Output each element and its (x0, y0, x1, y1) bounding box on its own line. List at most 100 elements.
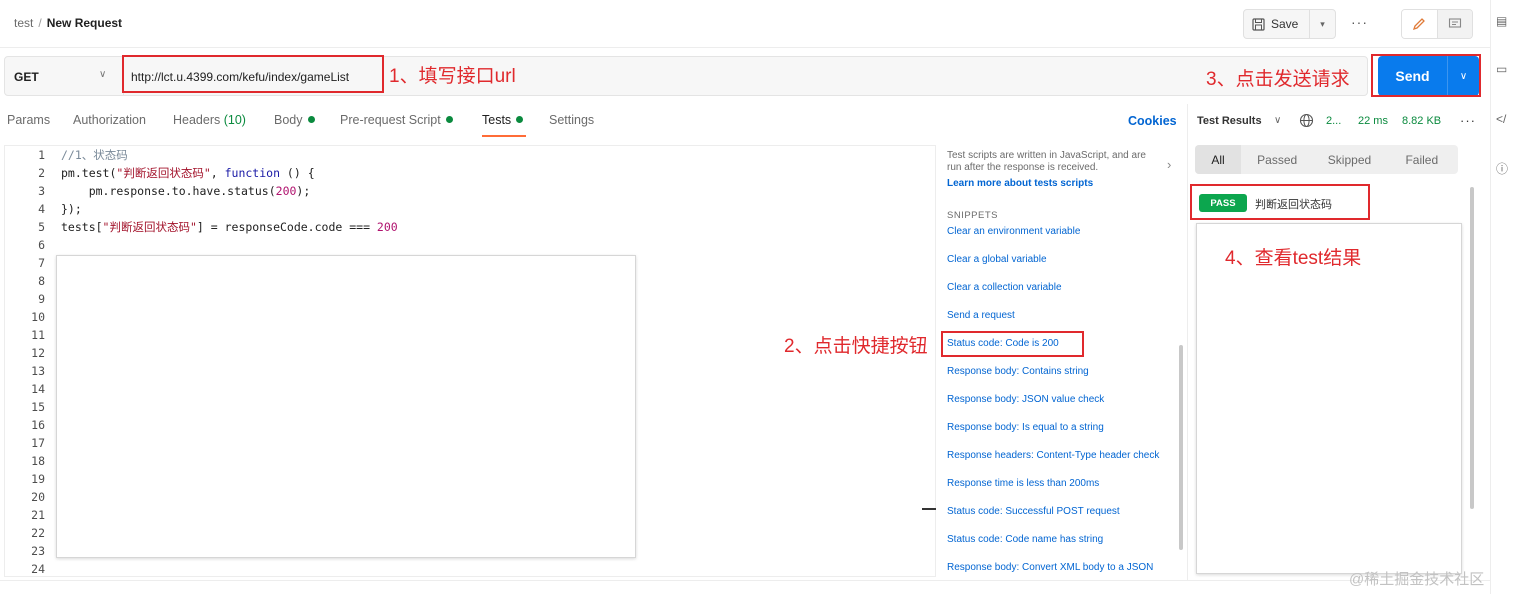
breadcrumb-separator: / (38, 16, 42, 30)
tab-body[interactable]: Body (274, 113, 315, 127)
tab-authorization[interactable]: Authorization (73, 113, 146, 127)
code-icon[interactable]: </ (1496, 112, 1506, 126)
line-number: 24 (31, 562, 45, 576)
filter-all[interactable]: All (1195, 145, 1241, 174)
line-number: 23 (31, 544, 45, 558)
tab-pre-request-script[interactable]: Pre-request Script (340, 113, 453, 127)
line-number: 14 (31, 382, 45, 396)
code-line: pm.response.to.have.status(200); (61, 182, 398, 200)
code-token: pm.response.to.have.status( (61, 184, 276, 198)
code-content[interactable]: //1、状态码 pm.test("判断返回状态码", function () {… (61, 146, 398, 236)
comment-icon[interactable] (1437, 10, 1472, 38)
active-tab-underline (482, 135, 526, 137)
annotation-note-1: 1、填写接口url (389, 66, 516, 87)
snippet-item[interactable]: Response body: Convert XML body to a JSO… (947, 562, 1153, 573)
send-options-chevron-down-icon[interactable]: ∨ (1448, 56, 1479, 96)
snippets-scrollbar[interactable] (1179, 345, 1183, 550)
line-number: 4 (38, 202, 45, 216)
line-number: 5 (38, 220, 45, 234)
line-number: 13 (31, 364, 45, 378)
tab-headers-label: Headers (173, 113, 221, 127)
results-chevron-down-icon[interactable]: ∨ (1274, 115, 1281, 126)
snippet-item[interactable]: Clear a global variable (947, 254, 1047, 265)
line-number: 11 (31, 328, 45, 342)
response-time[interactable]: 22 ms (1358, 115, 1388, 127)
code-string: "判断返回状态码" (116, 166, 211, 180)
globe-icon[interactable] (1299, 113, 1314, 128)
save-button[interactable]: Save (1244, 10, 1310, 38)
test-results-title[interactable]: Test Results (1197, 115, 1262, 127)
resize-handle[interactable] (922, 508, 936, 510)
response-more-icon[interactable]: ··· (1460, 113, 1476, 128)
learn-more-link[interactable]: Learn more about tests scripts (947, 178, 1093, 189)
send-button[interactable]: Send (1378, 56, 1448, 96)
tab-body-indicator (307, 116, 315, 123)
collapse-chevron-right-icon[interactable]: › (1167, 157, 1171, 172)
view-toggle (1401, 9, 1473, 39)
line-number: 18 (31, 454, 45, 468)
snippets-info-text: Test scripts are written in JavaScript, … (947, 150, 1146, 173)
request-tabs: Params Authorization Headers (10) Body P… (0, 104, 1186, 138)
snippet-item-status-code-200[interactable]: Status code: Code is 200 (947, 338, 1059, 349)
tab-tests[interactable]: Tests (482, 113, 524, 127)
method-chevron-down-icon[interactable]: ∨ (99, 69, 106, 80)
edit-pencil-icon[interactable] (1402, 10, 1438, 38)
breadcrumb: test / New Request (14, 16, 122, 30)
response-size[interactable]: 8.82 KB (1402, 115, 1441, 127)
filter-failed[interactable]: Failed (1386, 145, 1458, 174)
url-input[interactable]: http://lct.u.4399.com/kefu/index/gameLis… (131, 70, 349, 84)
code-line: pm.test("判断返回状态码", function () { (61, 164, 398, 182)
snippet-item[interactable]: Clear an environment variable (947, 226, 1080, 237)
tab-prerequest-label: Pre-request Script (340, 113, 441, 127)
code-token: , (210, 166, 225, 180)
comments-icon[interactable]: ▭ (1496, 62, 1507, 76)
snippet-item[interactable]: Status code: Code name has string (947, 534, 1103, 545)
filter-passed[interactable]: Passed (1241, 145, 1313, 174)
tab-settings[interactable]: Settings (549, 113, 594, 127)
save-icon (1252, 17, 1265, 31)
annotation-note-4: 4、查看test结果 (1225, 248, 1362, 269)
snippet-item[interactable]: Response body: JSON value check (947, 394, 1104, 405)
response-status[interactable]: 2... (1326, 115, 1341, 127)
line-number: 22 (31, 526, 45, 540)
line-number: 21 (31, 508, 45, 522)
snippets-panel: Test scripts are written in JavaScript, … (937, 145, 1185, 577)
panel-divider[interactable] (1187, 104, 1188, 580)
snippet-item[interactable]: Clear a collection variable (947, 282, 1062, 293)
code-keyword: function (224, 166, 280, 180)
tab-body-label: Body (274, 113, 303, 127)
snippet-item[interactable]: Response body: Is equal to a string (947, 422, 1104, 433)
code-line: //1、状态码 (61, 146, 398, 164)
results-scrollbar[interactable] (1470, 187, 1474, 509)
line-number: 8 (38, 274, 45, 288)
tab-headers-count: (10) (223, 113, 246, 127)
line-number: 19 (31, 472, 45, 486)
save-options-chevron-down-icon[interactable]: ▾ (1310, 10, 1335, 38)
breadcrumb-request[interactable]: New Request (47, 16, 122, 30)
info-icon[interactable]: ⓘ (1496, 160, 1508, 177)
snippet-item[interactable]: Response time is less than 200ms (947, 478, 1099, 489)
tab-params[interactable]: Params (7, 113, 50, 127)
line-number: 20 (31, 490, 45, 504)
filter-skipped[interactable]: Skipped (1313, 145, 1385, 174)
line-number: 6 (38, 238, 45, 252)
snippet-item[interactable]: Send a request (947, 310, 1015, 321)
snippet-item[interactable]: Response body: Contains string (947, 366, 1089, 377)
documentation-icon[interactable]: ▤ (1496, 14, 1507, 28)
snippet-item[interactable]: Status code: Successful POST request (947, 506, 1120, 517)
result-filters: All Passed Skipped Failed (1195, 145, 1458, 174)
line-number: 1 (38, 148, 45, 162)
more-actions-icon[interactable]: ··· (1351, 14, 1368, 30)
watermark: @稀土掘金技术社区 (1349, 571, 1485, 588)
line-number: 12 (31, 346, 45, 360)
code-token: () { (280, 166, 315, 180)
code-token: }); (61, 202, 82, 216)
save-group: Save ▾ (1243, 9, 1336, 39)
method-select[interactable]: GET (14, 70, 39, 84)
breadcrumb-collection[interactable]: test (14, 16, 33, 30)
tab-headers[interactable]: Headers (10) (173, 113, 246, 127)
snippet-item[interactable]: Response headers: Content-Type header ch… (947, 450, 1159, 461)
cookies-link[interactable]: Cookies (1128, 114, 1177, 128)
snippets-heading: SNIPPETS (947, 210, 998, 221)
code-comment: //1、状态码 (61, 148, 128, 162)
